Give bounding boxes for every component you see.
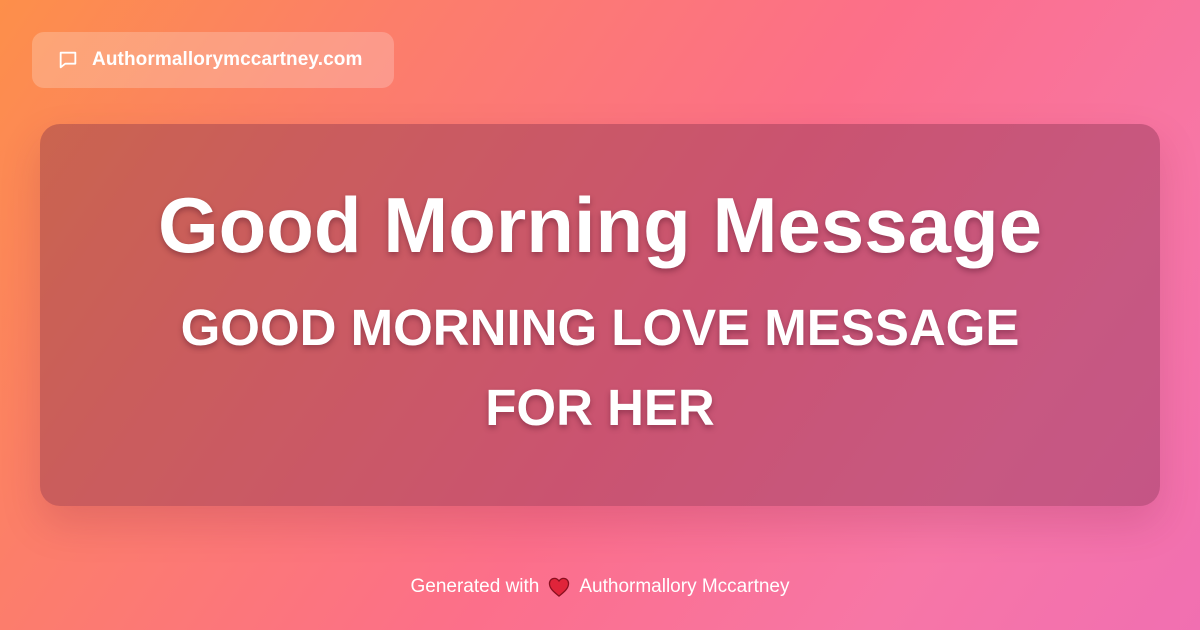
heart-icon — [547, 575, 571, 599]
chat-bubble-icon — [56, 48, 80, 72]
page-title: Good Morning Message — [157, 181, 1043, 269]
footer-author: Authormallory Mccartney — [579, 576, 790, 597]
site-badge-label: Authormallorymccartney.com — [92, 49, 363, 70]
site-badge[interactable]: Authormallorymccartney.com — [32, 32, 394, 88]
headline-card: Good Morning Message GOOD MORNING LOVE M… — [40, 124, 1160, 506]
footer-prefix: Generated with — [410, 576, 540, 597]
footer-credit: Generated with Authormallory Mccartney — [0, 572, 1200, 602]
page-subtitle: GOOD MORNING LOVE MESSAGE FOR HER — [180, 299, 1020, 436]
